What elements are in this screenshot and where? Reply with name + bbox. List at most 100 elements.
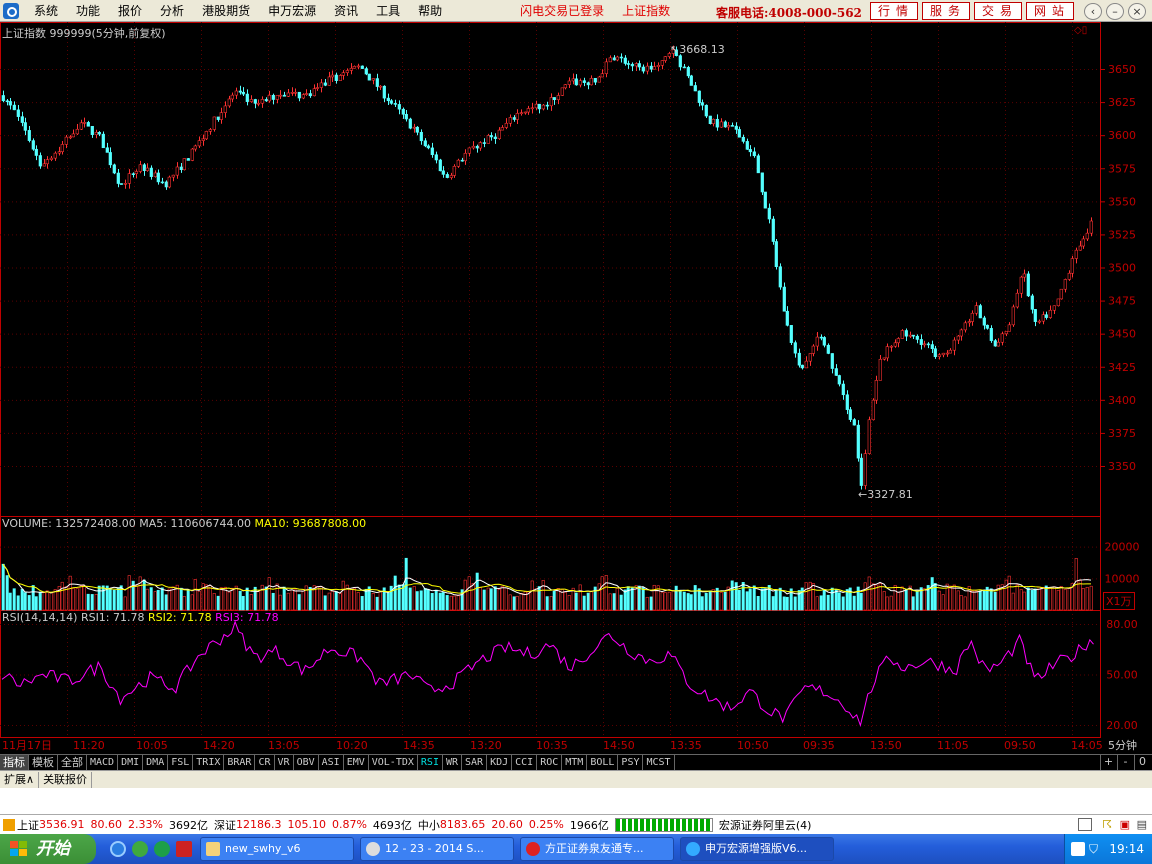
volume-bar [193,579,197,611]
website-button[interactable]: 网站 [1026,2,1074,20]
volume-bar [604,575,608,611]
candle-body-up [134,171,138,174]
service-button[interactable]: 服务 [922,2,970,20]
tab-roc[interactable]: ROC [537,755,563,770]
tab-boll[interactable]: BOLL [587,755,619,770]
candle-body-up [645,65,649,72]
tab-指标[interactable]: 指标 [0,755,29,770]
tab-dma[interactable]: DMA [143,755,169,770]
kline-chart-svg[interactable]: 3650 3625 3600 3575 3550 3525 3500 3475 3450 3425… [0,22,1152,738]
tab-vr[interactable]: VR [275,755,294,770]
candle-body-up [68,136,72,139]
ie-icon[interactable] [110,841,126,857]
tab-mtm[interactable]: MTM [562,755,588,770]
menu-quote[interactable]: 报价 [109,2,151,19]
tab-dmi[interactable]: DMI [118,755,144,770]
market-button[interactable]: 行情 [870,2,918,20]
menu-function[interactable]: 功能 [67,2,109,19]
menu-help[interactable]: 帮助 [409,2,451,19]
tab-cr[interactable]: CR [255,755,275,770]
chart-restore-icon[interactable]: ◇▯ [1074,25,1087,36]
tab-kdj[interactable]: KDJ [487,755,513,770]
period-label[interactable]: 5分钟 [1108,738,1137,754]
media-icon[interactable] [176,841,192,857]
index-link[interactable]: 上证指数 [613,2,679,19]
tab-asi[interactable]: ASI [319,755,344,770]
close-icon[interactable]: × [1128,3,1146,20]
browser-icon[interactable] [154,841,170,857]
y-tick-label: 3625 [1108,96,1136,109]
taskbar-window-folder[interactable]: new_swhy_v6 [200,837,354,861]
trade-button[interactable]: 交易 [974,2,1022,20]
tab-全部[interactable]: 全部 [58,755,87,770]
candle-body-down [682,66,686,69]
tab-cci[interactable]: CCI [512,755,538,770]
candle-body-down [822,337,826,346]
volume-bar [741,582,745,611]
taskbar-window-swhy[interactable]: 申万宏源增强版V6... [680,837,834,861]
sz-label[interactable]: 深证 [214,817,236,833]
sh-label[interactable]: 上证 [17,817,39,833]
candle-body-up [260,99,264,104]
chrome-icon[interactable] [132,841,148,857]
volume-bar [449,595,453,611]
tab-psy[interactable]: PSY [618,755,644,770]
lock-icon[interactable] [3,818,15,831]
tab-mcst[interactable]: MCST [643,755,675,770]
menu-swhy[interactable]: 申万宏源 [259,2,325,19]
tab-brar[interactable]: BRAR [224,755,256,770]
lock-status-icon[interactable]: ▣ [1120,818,1130,831]
login-status[interactable]: 闪电交易已登录 [511,2,613,19]
tab-emv[interactable]: EMV [344,755,369,770]
menu-system[interactable]: 系统 [25,2,67,19]
menu-analysis[interactable]: 分析 [151,2,193,19]
tab-macd[interactable]: MACD [87,755,119,770]
shield-icon[interactable]: ⛉ [1089,842,1098,857]
candle-body-down [27,130,31,141]
related-quote-button[interactable]: 关联报价 [39,771,93,788]
server-name[interactable]: 宏源证券阿里云(4) [719,817,812,833]
chart-area[interactable]: 3650 3625 3600 3575 3550 3525 3500 3475 3450 3425… [0,22,1152,738]
network-icon[interactable] [1071,842,1085,856]
settings-icon[interactable]: ▤ [1137,818,1147,831]
tab-control-1[interactable]: - [1117,755,1133,770]
menu-info[interactable]: 资讯 [325,2,367,19]
zx-value: 8183.65 [439,818,486,831]
tab-control-2[interactable]: 0 [1134,755,1150,770]
candle-body-up [79,122,83,130]
expand-button[interactable]: 扩展∧ [0,771,40,788]
candle-body-down [708,115,712,125]
tab-trix[interactable]: TRIX [193,755,225,770]
volume-bar [478,587,482,611]
tab-control-0[interactable]: + [1100,755,1116,770]
volume-bar [134,585,138,611]
menu-tools[interactable]: 工具 [367,2,409,19]
back-icon[interactable]: ‹ [1084,3,1102,20]
tab-rsi[interactable]: RSI [418,755,443,770]
minimize-icon[interactable]: – [1106,3,1124,20]
start-button[interactable]: 开始 [0,834,96,864]
window-icon[interactable] [1078,818,1092,831]
tab-fsl[interactable]: FSL [168,755,194,770]
zx-label[interactable]: 中小 [418,817,440,833]
y-tick-label: 3425 [1108,361,1136,374]
candle-body-down [911,334,915,337]
tab-obv[interactable]: OBV [294,755,319,770]
signal-icon[interactable]: ☈ [1102,818,1112,831]
tab-wr[interactable]: WR [443,755,463,770]
volume-bar [245,587,249,611]
candle-body-up [1052,305,1056,311]
volume-bar [678,589,682,611]
candle-body-up [1022,273,1026,278]
tab-vol-tdx[interactable]: VOL-TDX [369,755,418,770]
taskbar-window-fangzheng[interactable]: 方正证券泉友通专... [520,837,674,861]
candle-body-down [760,172,764,193]
menu-hk-futures[interactable]: 港股期货 [193,2,259,19]
tab-模板[interactable]: 模板 [29,755,58,770]
candle-body-up [1015,292,1019,308]
tab-sar[interactable]: SAR [462,755,488,770]
taskbar-window-video[interactable]: 12 - 23 - 2014 S... [360,837,514,861]
candle-body-down [119,183,123,185]
candle-body-down [489,135,493,138]
candle-body-up [1056,298,1060,307]
